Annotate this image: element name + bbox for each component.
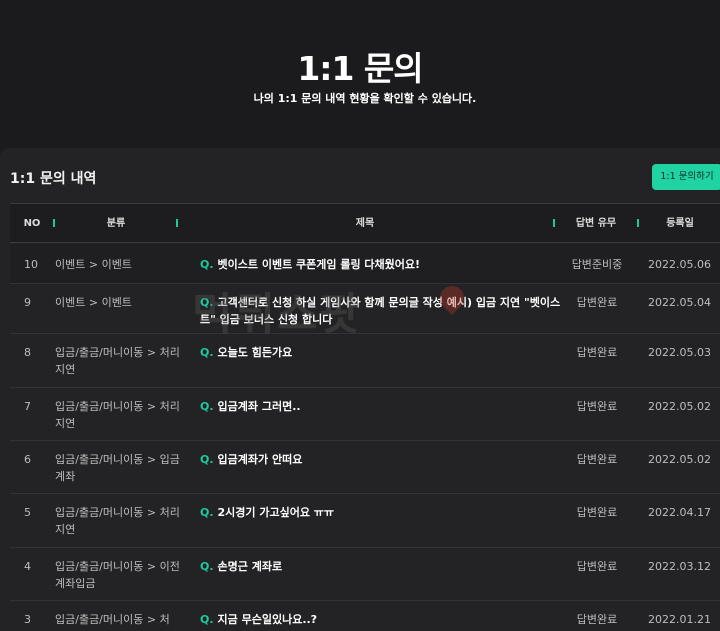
question-prefix: Q. [200,258,214,271]
column-no[interactable]: NO [10,204,54,244]
question-prefix: Q. [200,613,214,626]
row-status: 답변준비중 [571,258,623,271]
row-title-text: 입금계좌가 안떠요 [217,453,303,466]
table-row[interactable]: 4 입금/출금/머니이동 > 이전계좌입금 Q. 손명근 계좌로 답변완료 2022.03… [10,548,720,601]
row-number: 6 [24,453,31,466]
row-number: 3 [24,613,31,626]
row-category: 입금/출금/머니이동 > 처 [55,613,170,626]
row-title-link[interactable]: Q. 2시경기 가고싶어요 ㅠㅠ [200,504,570,521]
row-title-text: 입금계좌 그러면.. [217,400,301,413]
column-date[interactable]: 등록일 [640,204,720,244]
table-row[interactable]: 6 입금/출금/머니이동 > 입금계좌 Q. 입금계좌가 안떠요 답변완료 2022.05… [10,441,720,494]
row-number: 10 [24,258,38,271]
new-inquiry-button[interactable]: 1:1 문의하기 [652,164,720,190]
table-header: NO 분류 제목 답변 유무 등록일 [10,203,720,243]
question-prefix: Q. [200,346,214,359]
row-category: 입금/출금/머니이동 > 이전계좌입금 [55,560,180,590]
row-status: 답변완료 [576,296,618,309]
question-prefix: Q. [200,453,214,466]
row-category: 입금/출금/머니이동 > 처리지연 [55,400,180,430]
page-title: 1:1 문의 [297,49,423,88]
row-title-text: 고객센터로 신청 하실 게임사와 함께 문의글 작성 예시) 입금 지연 "벳이… [200,296,561,326]
row-status: 답변완료 [576,346,618,359]
question-prefix: Q. [200,296,214,309]
row-title-link[interactable]: Q. 손명근 계좌로 [200,558,570,575]
column-separator [637,219,639,227]
row-date: 2022.05.03 [648,346,711,359]
column-title[interactable]: 제목 [178,204,552,244]
row-status: 답변완료 [576,560,618,573]
row-status: 답변완료 [576,506,618,519]
row-category: 입금/출금/머니이동 > 처리지연 [55,346,180,376]
row-title-text: 지금 무슨일있나요..? [217,613,318,626]
row-title-link[interactable]: Q. 고객센터로 신청 하실 게임사와 함께 문의글 작성 예시) 입금 지연 "… [200,294,570,328]
question-prefix: Q. [200,400,214,413]
table-row[interactable]: 5 입금/출금/머니이동 > 처리지연 Q. 2시경기 가고싶어요 ㅠㅠ 답변완료 202… [10,494,720,548]
row-date: 2022.01.21 [648,613,711,626]
row-title-link[interactable]: Q. 입금계좌 그러면.. [200,398,570,415]
row-date: 2022.04.17 [648,506,711,519]
row-date: 2022.05.06 [648,258,711,271]
row-status: 답변완료 [576,400,618,413]
row-category: 입금/출금/머니이동 > 처리지연 [55,506,180,536]
table-row[interactable]: 9 이벤트 > 이벤트 Q. 고객센터로 신청 하실 게임사와 함께 문의글 작성 예… [10,284,720,334]
row-category: 이벤트 > 이벤트 [55,296,132,309]
row-number: 4 [24,560,31,573]
row-number: 7 [24,400,31,413]
row-title-link[interactable]: Q. 지금 무슨일있나요..? [200,611,570,628]
question-prefix: Q. [200,560,214,573]
row-category: 입금/출금/머니이동 > 입금계좌 [55,453,180,483]
panel-title: 1:1 문의 내역 [10,171,97,187]
page-subtitle: 나의 1:1 문의 내역 현황을 확인할 수 있습니다. [253,92,477,105]
row-date: 2022.05.02 [648,453,711,466]
row-category: 이벤트 > 이벤트 [55,258,132,271]
row-title-text: 벳이스트 이벤트 쿠폰게임 롤링 다채웠어요! [217,258,421,271]
row-title-link[interactable]: Q. 벳이스트 이벤트 쿠폰게임 롤링 다채웠어요! [200,256,570,273]
table-row[interactable]: 3 입금/출금/머니이동 > 처 Q. 지금 무슨일있나요..? 답변완료 2022.01… [10,601,720,631]
row-number: 5 [24,506,31,519]
row-title-text: 2시경기 가고싶어요 ㅠㅠ [217,506,335,519]
row-status: 답변완료 [576,453,618,466]
page-header: 1:1 문의 나의 1:1 문의 내역 현황을 확인할 수 있습니다. [0,0,720,150]
row-status: 답변완료 [576,613,618,626]
row-date: 2022.03.12 [648,560,711,573]
row-title-text: 오늘도 힘든가요 [217,346,293,359]
row-number: 8 [24,346,31,359]
row-number: 9 [24,296,31,309]
table-row[interactable]: 8 입금/출금/머니이동 > 처리지연 Q. 오늘도 힘든가요 답변완료 2022.05.… [10,334,720,388]
row-date: 2022.05.04 [648,296,711,309]
column-status[interactable]: 답변 유무 [555,204,637,244]
row-title-text: 손명근 계좌로 [217,560,283,573]
row-title-link[interactable]: Q. 오늘도 힘든가요 [200,344,570,361]
column-category[interactable]: 분류 [55,204,177,244]
row-date: 2022.05.02 [648,400,711,413]
row-title-link[interactable]: Q. 입금계좌가 안떠요 [200,451,570,468]
question-prefix: Q. [200,506,214,519]
table-row[interactable]: 10 이벤트 > 이벤트 Q. 벳이스트 이벤트 쿠폰게임 롤링 다채웠어요! 답변준비… [10,244,720,284]
table-row[interactable]: 7 입금/출금/머니이동 > 처리지연 Q. 입금계좌 그러면.. 답변완료 2022.0… [10,388,720,441]
